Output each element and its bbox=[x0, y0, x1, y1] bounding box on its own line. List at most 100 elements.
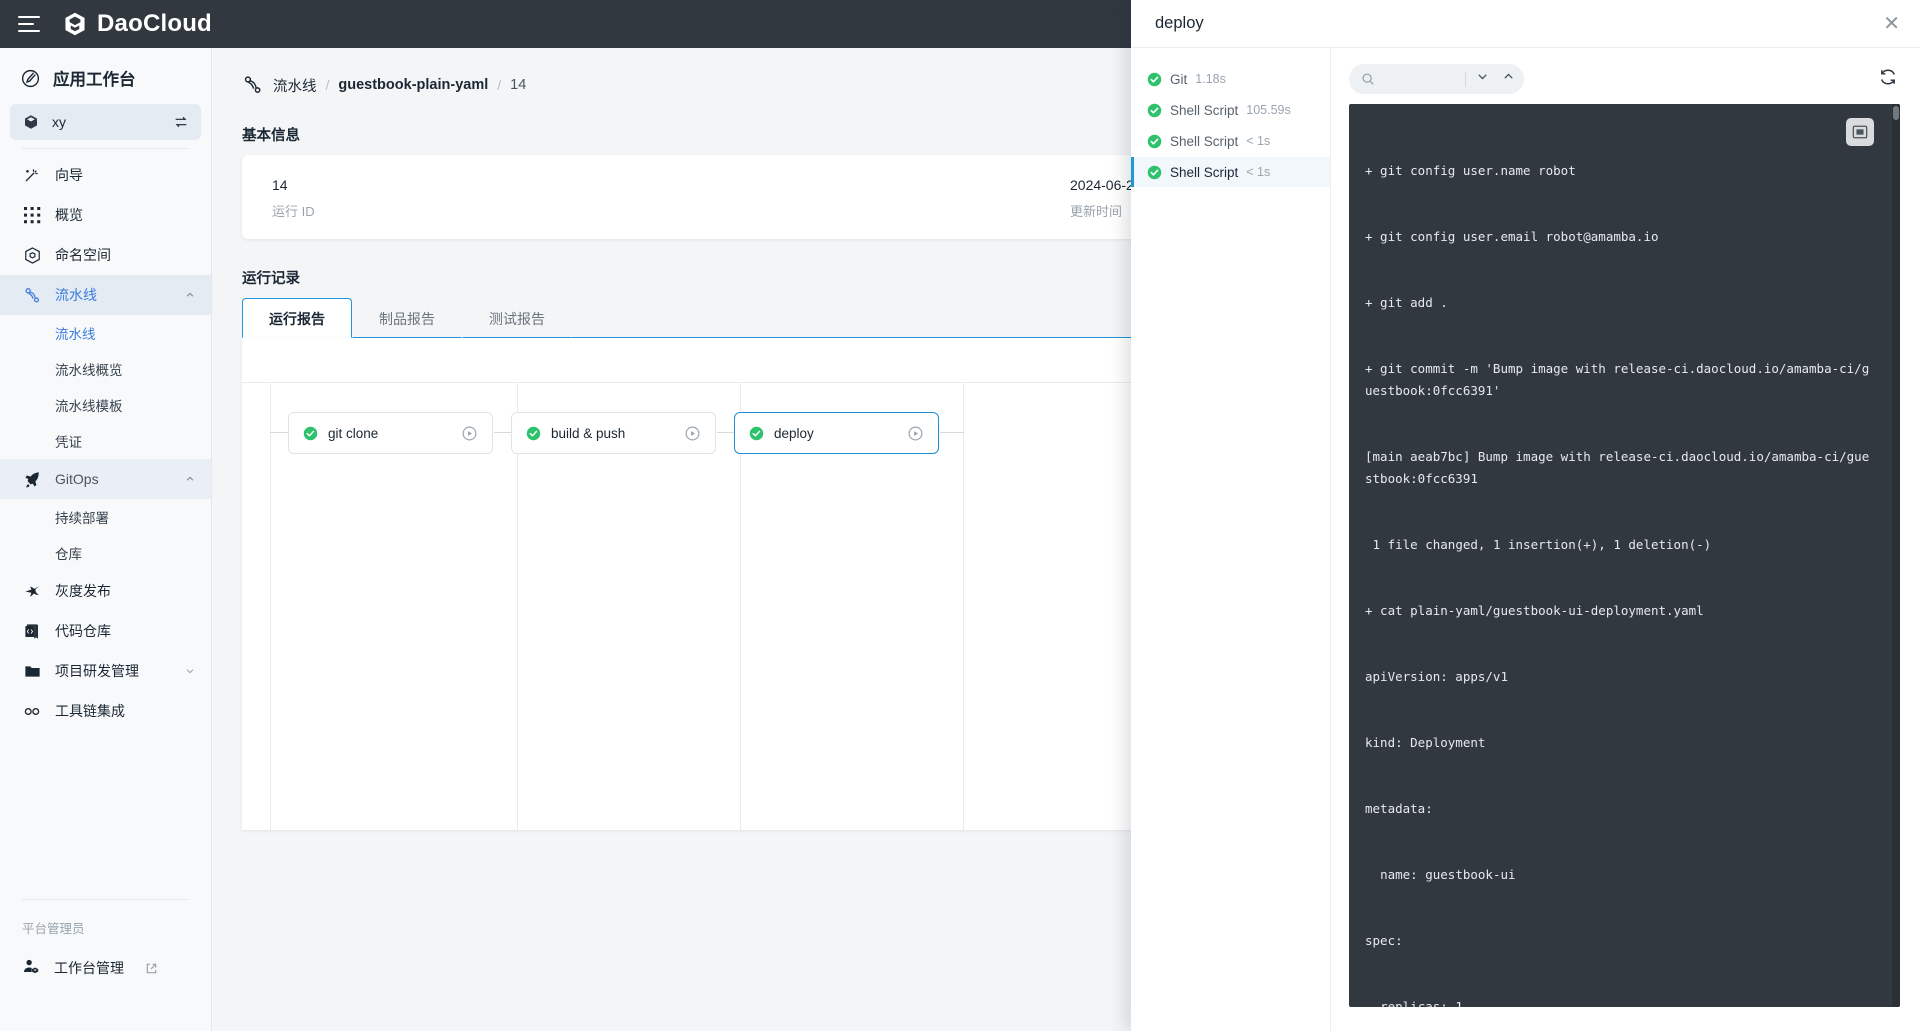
breadcrumb-item-run-number[interactable]: 14 bbox=[510, 77, 526, 93]
grid-icon bbox=[22, 207, 42, 224]
chevron-up-icon[interactable] bbox=[185, 290, 195, 300]
chevron-down-icon[interactable] bbox=[185, 666, 195, 676]
log-console: + git config user.name robot + git confi… bbox=[1349, 104, 1900, 1007]
workspace-selector[interactable]: xy bbox=[10, 104, 201, 140]
switch-icon[interactable] bbox=[173, 114, 189, 130]
top-bar: DaoCloud bbox=[0, 0, 1131, 48]
breadcrumb-separator: / bbox=[326, 77, 330, 93]
run-id-field: 14 运行 ID bbox=[272, 177, 315, 220]
sidebar-item-gitops[interactable]: GitOps bbox=[0, 459, 211, 499]
success-check-icon bbox=[303, 426, 318, 441]
breadcrumb: 流水线 / guestbook-plain-yaml / 14 bbox=[212, 48, 1131, 96]
tab-test-report[interactable]: 测试报告 bbox=[462, 298, 572, 338]
graph-column-divider bbox=[963, 382, 964, 830]
pipeline-stage-build-push[interactable]: build & push bbox=[511, 412, 716, 454]
sidebar-item-project-mgmt[interactable]: 项目研发管理 bbox=[0, 651, 211, 691]
sidebar-item-pipeline[interactable]: 流水线 bbox=[0, 275, 211, 315]
step-duration: < 1s bbox=[1246, 165, 1270, 179]
workspace-title-label: 应用工作台 bbox=[53, 66, 136, 90]
sidebar-item-overview[interactable]: 概览 bbox=[0, 195, 211, 235]
sidebar-item-label: 代码仓库 bbox=[55, 621, 195, 641]
basic-info-title: 基本信息 bbox=[242, 124, 1131, 145]
sidebar-item-workbench-admin[interactable]: 工作台管理 bbox=[0, 947, 211, 989]
play-circle-icon[interactable] bbox=[684, 425, 701, 442]
step-name: Shell Script bbox=[1170, 103, 1238, 118]
step-item-shell-script-3[interactable]: Shell Script < 1s bbox=[1131, 157, 1330, 187]
play-circle-icon[interactable] bbox=[461, 425, 478, 442]
step-item-git[interactable]: Git 1.18s bbox=[1131, 64, 1330, 94]
close-icon[interactable]: ✕ bbox=[1883, 14, 1900, 34]
drawer-body: Git 1.18s Shell Script 105.59s Shell Scr… bbox=[1131, 48, 1920, 1031]
workspace-name: xy bbox=[52, 114, 161, 130]
stage-connector bbox=[940, 432, 964, 433]
breadcrumb-item-pipeline-name[interactable]: guestbook-plain-yaml bbox=[338, 77, 488, 93]
sidebar: 应用工作台 xy 向导 概览 bbox=[0, 48, 212, 1031]
step-item-shell-script-2[interactable]: Shell Script < 1s bbox=[1131, 126, 1330, 156]
success-check-icon bbox=[1147, 165, 1162, 180]
stage-connector bbox=[270, 432, 288, 433]
search-divider bbox=[1465, 72, 1466, 87]
sidebar-subitem-pipeline-templates[interactable]: 流水线模板 bbox=[0, 387, 211, 423]
step-detail-drawer: deploy ✕ Git 1.18s Shell Script 105.59s bbox=[1131, 0, 1920, 1031]
log-line: + git config user.email robot@amamba.io bbox=[1365, 226, 1874, 248]
pipeline-stage-git-clone[interactable]: git clone bbox=[288, 412, 493, 454]
log-line: + cat plain-yaml/guestbook-ui-deployment… bbox=[1365, 600, 1874, 622]
sidebar-item-toolchain[interactable]: 工具链集成 bbox=[0, 691, 211, 731]
log-scrollbar[interactable] bbox=[1892, 104, 1900, 1007]
step-item-shell-script-1[interactable]: Shell Script 105.59s bbox=[1131, 95, 1330, 125]
workspace-title: 应用工作台 bbox=[0, 48, 211, 100]
graph-column-divider bbox=[270, 382, 271, 830]
sidebar-subitem-repository[interactable]: 仓库 bbox=[0, 535, 211, 571]
chevron-up-icon[interactable] bbox=[185, 474, 195, 484]
sidebar-item-code-repo[interactable]: 代码仓库 bbox=[0, 611, 211, 651]
refresh-icon[interactable] bbox=[1878, 67, 1900, 92]
step-duration: < 1s bbox=[1246, 134, 1270, 148]
tab-run-report[interactable]: 运行报告 bbox=[242, 298, 352, 338]
log-scrollbar-thumb[interactable] bbox=[1893, 106, 1899, 120]
step-duration: 1.18s bbox=[1195, 72, 1226, 86]
sidebar-subitem-pipeline-overview[interactable]: 流水线概览 bbox=[0, 351, 211, 387]
pipeline-icon bbox=[242, 74, 264, 96]
pipeline-stage-deploy[interactable]: deploy bbox=[734, 412, 939, 454]
log-line: name: guestbook-ui bbox=[1365, 864, 1874, 886]
sidebar-subitem-label: 流水线概览 bbox=[55, 359, 123, 379]
sidebar-subitem-label: 仓库 bbox=[55, 543, 82, 563]
workbench-icon bbox=[20, 68, 41, 89]
sidebar-subitem-label: 持续部署 bbox=[55, 507, 109, 527]
sidebar-subitem-pipelines[interactable]: 流水线 bbox=[0, 315, 211, 351]
sidebar-item-wizard[interactable]: 向导 bbox=[0, 155, 211, 195]
sidebar-subitem-label: 凭证 bbox=[55, 431, 82, 451]
sidebar-item-namespace[interactable]: 命名空间 bbox=[0, 235, 211, 275]
tab-artifact-report[interactable]: 制品报告 bbox=[352, 298, 462, 338]
log-toolbar bbox=[1349, 62, 1900, 96]
hamburger-icon[interactable] bbox=[18, 16, 40, 32]
stage-name: deploy bbox=[774, 426, 897, 441]
wand-icon bbox=[22, 166, 42, 184]
drawer-title: deploy bbox=[1155, 14, 1883, 33]
daocloud-cube-icon bbox=[62, 11, 88, 37]
log-line: 1 file changed, 1 insertion(+), 1 deleti… bbox=[1365, 534, 1874, 556]
step-name: Shell Script bbox=[1170, 165, 1238, 180]
stage-name: git clone bbox=[328, 426, 451, 441]
bird-icon bbox=[22, 582, 42, 601]
play-circle-icon[interactable] bbox=[907, 425, 924, 442]
sidebar-item-label: 工作台管理 bbox=[54, 958, 124, 978]
sidebar-subitem-label: 流水线模板 bbox=[55, 395, 123, 415]
log-line: replicas: 1 bbox=[1365, 996, 1874, 1007]
log-search-input[interactable] bbox=[1381, 72, 1459, 87]
log-line: metadata: bbox=[1365, 798, 1874, 820]
sidebar-subitem-continuous-deploy[interactable]: 持续部署 bbox=[0, 499, 211, 535]
fullscreen-icon[interactable] bbox=[1846, 118, 1874, 146]
sidebar-item-label: 项目研发管理 bbox=[55, 661, 172, 681]
pipeline-icon bbox=[22, 286, 42, 305]
log-line: [main aeab7bc] Bump image with release-c… bbox=[1365, 446, 1874, 490]
sidebar-subitem-credentials[interactable]: 凭证 bbox=[0, 423, 211, 459]
chevron-up-icon[interactable] bbox=[1498, 70, 1518, 88]
breadcrumb-item-pipeline[interactable]: 流水线 bbox=[273, 75, 317, 96]
log-viewer: + git config user.name robot + git confi… bbox=[1331, 48, 1920, 1031]
sidebar-item-canary-release[interactable]: 灰度发布 bbox=[0, 571, 211, 611]
sidebar-item-label: 命名空间 bbox=[55, 245, 195, 265]
brand-logo[interactable]: DaoCloud bbox=[62, 10, 212, 38]
chevron-down-icon[interactable] bbox=[1472, 70, 1492, 88]
log-search-box[interactable] bbox=[1349, 64, 1524, 94]
